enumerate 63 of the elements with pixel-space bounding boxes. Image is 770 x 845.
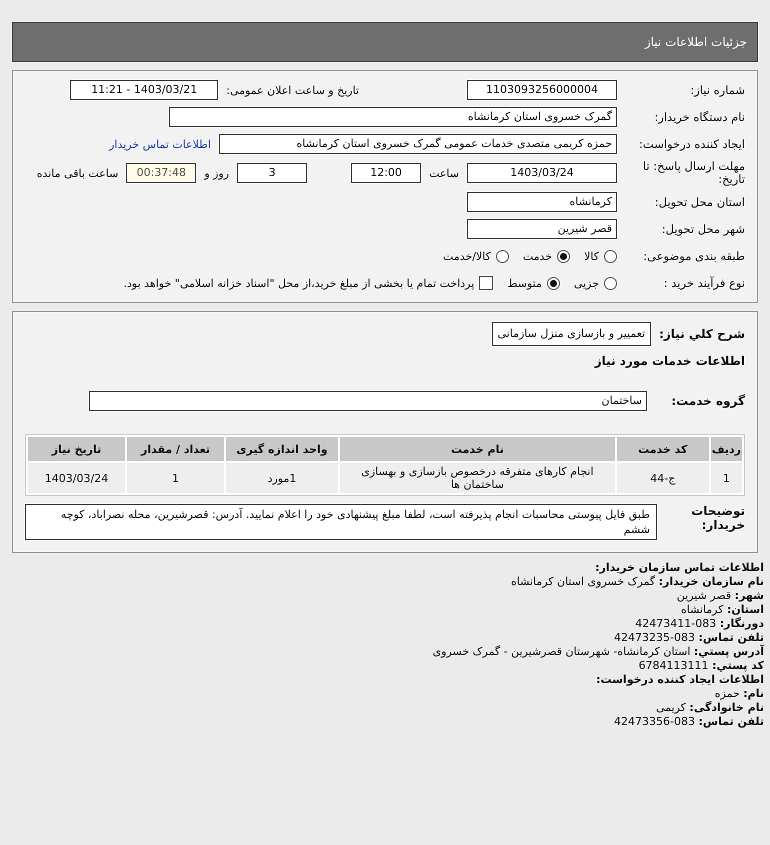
buyer-field: گمرک خسروی استان کرمانشاه <box>169 107 617 127</box>
radio-button[interactable] <box>557 250 570 262</box>
field-label: نوع فرآیند خرید : <box>662 276 745 290</box>
column-header: ردیف <box>710 437 742 461</box>
radio-label: متوسط <box>507 276 542 290</box>
contact-line: استان: کرمانشاه <box>680 603 764 617</box>
radio-button[interactable] <box>496 250 509 262</box>
field-label: روز و <box>204 166 230 180</box>
service-group-field: ساختمان <box>89 391 647 411</box>
field-label: ساعت <box>429 166 459 180</box>
contact-line: شهر: قصر شیرین <box>676 589 764 603</box>
field-label: شرح کلي نياز: <box>659 327 745 341</box>
contact-heading: اطلاعات تماس سازمان خریدار: <box>594 561 764 575</box>
contact-line: آدرس پستي: استان کرمانشاه- شهرستان قصرشیرین - گمرک خسروی <box>432 645 764 659</box>
column-header: واحد اندازه گیری <box>226 437 338 461</box>
column-header: نام خدمت <box>340 437 615 461</box>
table-cell: ج-44 <box>616 463 709 493</box>
remaining-time-field: 00:37:48 <box>126 163 196 183</box>
field-label: ساعت باقی مانده <box>36 166 118 180</box>
field-label: ایجاد کننده درخواست: <box>638 137 745 151</box>
table-cell: انجام کارهای متفرقه درخصوص بازسازی و بهسازی ساختمان ها <box>340 463 615 493</box>
radio-button[interactable] <box>604 250 617 262</box>
radio-button[interactable] <box>546 276 560 290</box>
radio-label: کالا/خدمت <box>443 250 491 262</box>
table-cell: 1مورد <box>226 463 338 493</box>
deadline-time-field: 12:00 <box>351 163 422 183</box>
contact-heading: اطلاعات ایجاد کننده درخواست: <box>595 673 764 687</box>
checkbox-label: پرداخت تمام یا بخشی از مبلغ خرید،از محل "اسناد خزانه اسلامی" خواهد بود. <box>124 276 474 290</box>
field-label: طبقه بندی موضوعی: <box>642 249 745 263</box>
column-header: کد خدمت <box>616 437 709 461</box>
buyer-notes-field: طبق فایل پیوستی محاسبات انجام پذیرفته است، لطفا مبلغ پیشنهادی خود را اعلام نمایید. آدرس: قصرشیرین، محله نصراباد، کوچه ششم <box>25 504 657 540</box>
requester-field: حمزه کریمی متصدی خدمات عمومی گمرک خسروی استان کرمانشاه <box>219 134 617 154</box>
field-label: استان محل تحویل: <box>654 195 745 209</box>
days-field: 3 <box>237 163 308 183</box>
section-heading: اطلاعات خدمات مورد نياز <box>593 354 745 368</box>
column-header: تاریخ نیاز <box>28 437 125 461</box>
field-label: گروه خدمت: <box>670 394 745 408</box>
deadline-date-field: 1403/03/24 <box>467 163 617 183</box>
announce-date-field: 1403/03/21 - 11:21 <box>70 80 218 100</box>
field-label: نام دستگاه خریدار: <box>653 110 745 124</box>
table-cell: 1403/03/24 <box>28 463 125 493</box>
table-cell: 1 <box>710 463 742 493</box>
field-label: مهلت ارسال پاسخ: تا تاریخ: <box>642 160 745 186</box>
field-label: شهر محل تحویل: <box>660 222 745 236</box>
column-header: تعداد / مقدار <box>127 437 224 461</box>
need-number-field: 1103093256000004 <box>467 80 617 100</box>
radio-label: خدمت <box>522 250 552 262</box>
page-title: جزئیات اطلاعات نیاز <box>12 22 758 62</box>
checkbox[interactable] <box>479 276 494 290</box>
contact-info-link[interactable]: اطلاعات تماس خریدار <box>109 138 211 150</box>
radio-button[interactable] <box>604 276 617 290</box>
summary-field: تعمییر و بازسازی منزل سازمانی <box>492 322 652 346</box>
field-label: شماره نیاز: <box>689 83 745 97</box>
field-label: تاریخ و ساعت اعلان عمومی: <box>226 84 359 96</box>
contact-line: نام: حمزه <box>714 687 764 701</box>
radio-label: جزیی <box>574 276 599 290</box>
contact-line: نام سازمان خریدار: گمرک خسروی استان کرمانشاه <box>510 575 764 589</box>
field-label: توضیحات خریدار: <box>690 504 745 532</box>
radio-label: کالا <box>584 250 599 262</box>
city-field: قصر شیرین <box>467 219 617 239</box>
contact-line: نام خانوادگی: کریمی <box>655 701 764 715</box>
province-field: کرمانشاه <box>467 192 617 212</box>
table-cell: 1 <box>127 463 224 493</box>
